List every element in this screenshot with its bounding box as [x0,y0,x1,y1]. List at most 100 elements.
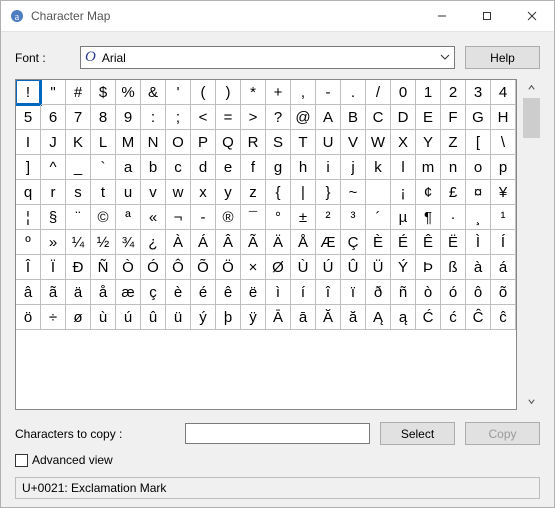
character-cell[interactable]: , [291,80,316,105]
character-cell[interactable]: Û [341,255,366,280]
character-cell[interactable]: É [391,230,416,255]
character-cell[interactable]: ü [166,305,191,330]
character-cell[interactable]: õ [491,280,516,305]
character-cell[interactable]: q [16,180,41,205]
character-cell[interactable]: ñ [391,280,416,305]
character-cell[interactable]: g [266,155,291,180]
character-cell[interactable]: Q [216,130,241,155]
character-cell[interactable]: £ [441,180,466,205]
character-cell[interactable]: t [91,180,116,205]
character-cell[interactable]: ¥ [491,180,516,205]
character-cell[interactable]: µ [391,205,416,230]
character-cell[interactable]: 2 [441,80,466,105]
character-cell[interactable]: Þ [416,255,441,280]
character-cell[interactable]: ¹ [491,205,516,230]
character-cell[interactable]: Ù [291,255,316,280]
character-cell[interactable]: ø [66,305,91,330]
character-cell[interactable]: A [316,105,341,130]
character-cell[interactable]: x [191,180,216,205]
character-cell[interactable]: ³ [341,205,366,230]
character-cell[interactable]: > [241,105,266,130]
character-cell[interactable]: R [241,130,266,155]
character-cell[interactable]: Z [441,130,466,155]
character-cell[interactable]: v [141,180,166,205]
character-cell[interactable]: î [316,280,341,305]
character-cell[interactable]: ( [191,80,216,105]
character-cell[interactable]: T [291,130,316,155]
character-cell[interactable]: ã [41,280,66,305]
character-cell[interactable]: þ [216,305,241,330]
character-cell[interactable]: S [266,130,291,155]
maximize-button[interactable] [464,1,509,31]
character-cell[interactable]: { [266,180,291,205]
scroll-down-button[interactable] [523,393,540,410]
character-cell[interactable]: ¦ [16,205,41,230]
character-cell[interactable]: Ú [316,255,341,280]
character-cell[interactable]: K [66,130,91,155]
character-cell[interactable]: O [166,130,191,155]
character-cell[interactable]: § [41,205,66,230]
character-cell[interactable]: ą [391,305,416,330]
character-cell[interactable]: Æ [316,230,341,255]
character-cell[interactable]: b [141,155,166,180]
character-cell[interactable]: Ï [41,255,66,280]
character-cell[interactable]: À [166,230,191,255]
character-cell[interactable]: C [366,105,391,130]
character-cell[interactable]: I [16,130,41,155]
character-cell[interactable]: ^ [41,155,66,180]
scrollbar[interactable] [523,79,540,410]
character-cell[interactable]: ÷ [41,305,66,330]
character-cell[interactable]: Í [491,230,516,255]
character-cell[interactable]: ā [291,305,316,330]
character-cell[interactable]: » [41,230,66,255]
select-button[interactable]: Select [380,422,455,445]
character-cell[interactable]: Ü [366,255,391,280]
character-cell[interactable]: % [116,80,141,105]
character-cell[interactable]: ¡ [391,180,416,205]
character-cell[interactable]: È [366,230,391,255]
character-cell[interactable]: Ö [216,255,241,280]
character-cell[interactable]: ` [91,155,116,180]
character-cell[interactable]: J [41,130,66,155]
character-cell[interactable]: â [16,280,41,305]
character-cell[interactable]: ¶ [416,205,441,230]
chars-to-copy-input[interactable] [185,423,370,444]
character-cell[interactable]: ¢ [416,180,441,205]
character-cell[interactable]: M [116,130,141,155]
character-cell[interactable]: ) [216,80,241,105]
character-cell[interactable]: ĉ [491,305,516,330]
character-cell[interactable]: Ä [266,230,291,255]
character-cell[interactable]: ¾ [116,230,141,255]
character-cell[interactable]: 1 [416,80,441,105]
minimize-button[interactable] [419,1,464,31]
character-cell[interactable]: ë [241,280,266,305]
character-cell[interactable]: _ [66,155,91,180]
scroll-up-button[interactable] [523,79,540,96]
character-cell[interactable]: f [241,155,266,180]
character-cell[interactable]: Î [16,255,41,280]
character-cell[interactable]: 7 [66,105,91,130]
character-cell[interactable]: L [91,130,116,155]
character-cell[interactable]: Ā [266,305,291,330]
character-cell[interactable]: = [216,105,241,130]
character-cell[interactable]: @ [291,105,316,130]
character-cell[interactable]: Ì [466,230,491,255]
character-cell[interactable]: Y [416,130,441,155]
character-cell[interactable]: W [366,130,391,155]
character-cell[interactable]: · [441,205,466,230]
character-cell[interactable]: ð [366,280,391,305]
character-cell[interactable]: m [416,155,441,180]
character-cell[interactable]: Ą [366,305,391,330]
character-cell[interactable]: * [241,80,266,105]
character-cell[interactable]: < [191,105,216,130]
character-cell[interactable]: ú [116,305,141,330]
character-cell[interactable]: ï [341,280,366,305]
character-cell[interactable]: o [466,155,491,180]
character-cell[interactable]: Ê [416,230,441,255]
character-cell[interactable]: × [241,255,266,280]
character-cell[interactable]: Õ [191,255,216,280]
character-cell[interactable]: a [116,155,141,180]
character-cell[interactable]: : [141,105,166,130]
character-cell[interactable]: d [191,155,216,180]
character-grid[interactable]: !"#$%&'()*+,-./0123456789:;<=>?@ABCDEFGH… [15,79,517,410]
